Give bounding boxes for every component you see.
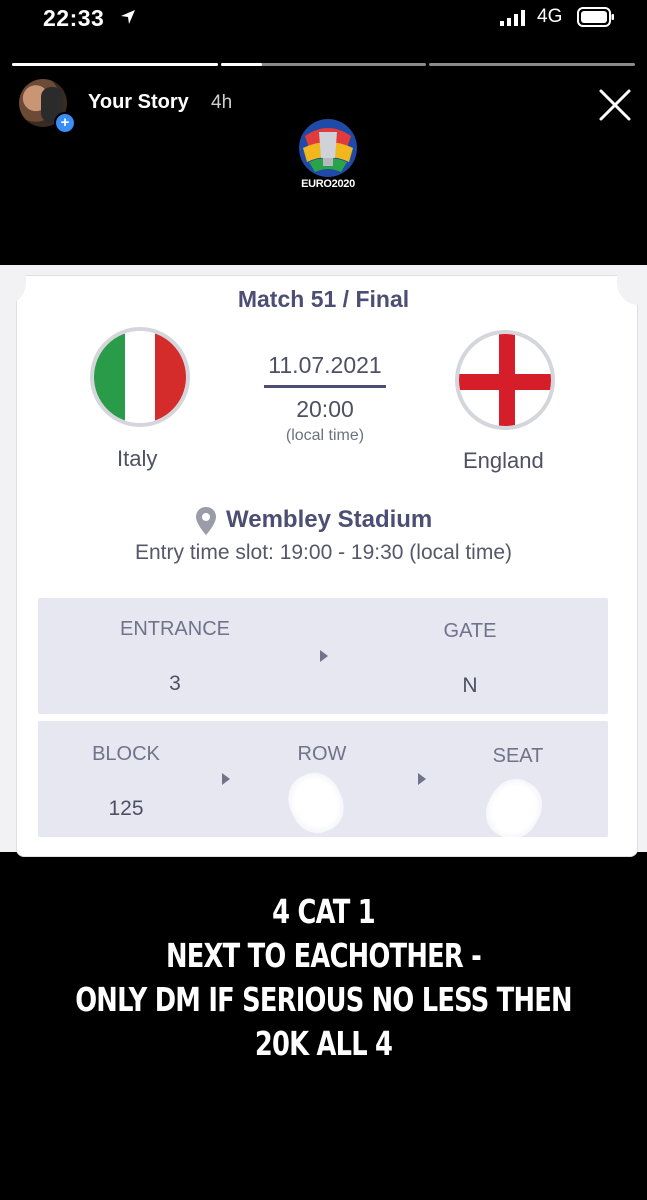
entry-time-slot: Entry time slot: 19:00 - 19:30 (local ti… — [135, 541, 512, 564]
status-bar: 22:33 4G — [0, 0, 647, 40]
story-age: 4h — [211, 92, 233, 113]
local-time-note: (local time) — [285, 427, 365, 444]
network-type: 4G — [537, 6, 563, 27]
story-progress-3 — [429, 63, 635, 66]
row-label: ROW — [297, 743, 347, 765]
battery-icon — [577, 7, 614, 27]
row-value-scribble — [279, 764, 353, 842]
seat-value-scribble — [476, 770, 552, 848]
location-pin-icon — [196, 507, 216, 535]
caption-line-2: NEXT TO EACHOTHER - — [165, 936, 482, 975]
italy-flag-icon — [90, 327, 190, 427]
location-arrow-icon — [121, 10, 135, 24]
entrance-label: ENTRANCE — [119, 618, 230, 640]
arrow-icon — [222, 773, 230, 785]
story-name[interactable]: Your Story — [88, 91, 189, 114]
status-time: 22:33 — [43, 5, 105, 31]
close-icon[interactable] — [598, 88, 632, 122]
caption-line-3: ONLY DM IF SERIOUS NO LESS THEN — [75, 980, 572, 1019]
signal-icon — [500, 10, 525, 26]
block-label: BLOCK — [92, 743, 160, 765]
block-value: 125 — [108, 797, 144, 820]
gate-value: N — [462, 674, 478, 697]
entrance-gate-box: ENTRANCE 3 GATE N — [38, 598, 608, 714]
match-date: 11.07.2021 — [268, 352, 382, 378]
match-title: Match 51 / Final — [237, 286, 410, 312]
away-team: England — [463, 448, 544, 473]
gate-label: GATE — [443, 620, 497, 642]
date-divider — [264, 385, 386, 388]
kickoff-time: 20:00 — [296, 396, 354, 422]
england-flag-icon — [455, 330, 555, 430]
seat-label: SEAT — [492, 745, 544, 767]
story-progress-fill-2 — [221, 63, 262, 66]
venue: Wembley Stadium — [226, 506, 433, 533]
story-progress-2 — [221, 63, 426, 66]
block-row-seat-box: BLOCK 125 ROW SEAT — [38, 721, 608, 848]
arrow-icon — [320, 650, 328, 662]
add-story-icon[interactable]: + — [54, 112, 76, 134]
caption-line-1: 4 CAT 1 — [272, 892, 375, 931]
euro2020-logo-text: EURO2020 — [301, 178, 355, 190]
story-progress-1 — [12, 63, 218, 66]
home-team: Italy — [117, 446, 158, 471]
story-progress-fill-1 — [12, 63, 218, 66]
entrance-value: 3 — [169, 672, 181, 695]
arrow-icon — [418, 773, 426, 785]
caption-line-4: 20K ALL 4 — [254, 1024, 393, 1063]
